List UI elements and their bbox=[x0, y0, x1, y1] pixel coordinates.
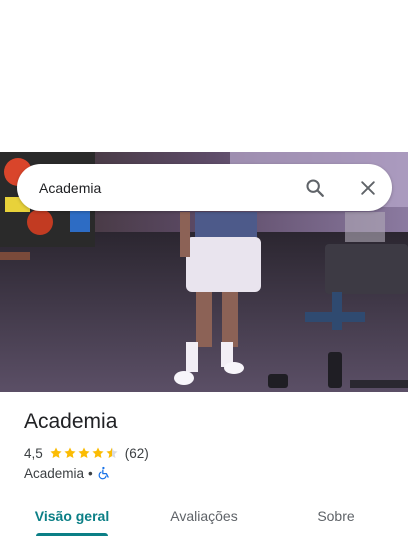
wheelchair-icon bbox=[98, 466, 109, 480]
close-button[interactable] bbox=[355, 175, 381, 201]
tab-reviews[interactable]: Avaliações bbox=[158, 496, 250, 536]
star-icon bbox=[64, 447, 76, 459]
star-icon bbox=[50, 447, 62, 459]
search-icon bbox=[306, 179, 324, 197]
search-input[interactable] bbox=[39, 178, 279, 198]
star-icon bbox=[92, 447, 104, 459]
search-bar bbox=[17, 164, 392, 211]
tab-overview[interactable]: Visão geral bbox=[28, 496, 116, 536]
rating-row[interactable]: 4,5 (62) bbox=[24, 444, 149, 462]
star-half-icon bbox=[106, 447, 118, 459]
rating-stars bbox=[49, 446, 119, 460]
separator: • bbox=[88, 465, 93, 481]
rating-value: 4,5 bbox=[24, 445, 43, 461]
place-category: Academia bbox=[24, 465, 85, 481]
star-icon bbox=[78, 447, 90, 459]
search-button[interactable] bbox=[302, 175, 328, 201]
tab-bar: Visão geral Avaliações Sobre bbox=[0, 496, 408, 540]
tab-about[interactable]: Sobre bbox=[296, 496, 376, 536]
category-row: Academia • bbox=[24, 464, 111, 482]
place-title: Academia bbox=[24, 410, 118, 433]
close-icon bbox=[361, 181, 375, 195]
review-count: (62) bbox=[124, 445, 149, 461]
active-tab-indicator bbox=[36, 533, 108, 536]
